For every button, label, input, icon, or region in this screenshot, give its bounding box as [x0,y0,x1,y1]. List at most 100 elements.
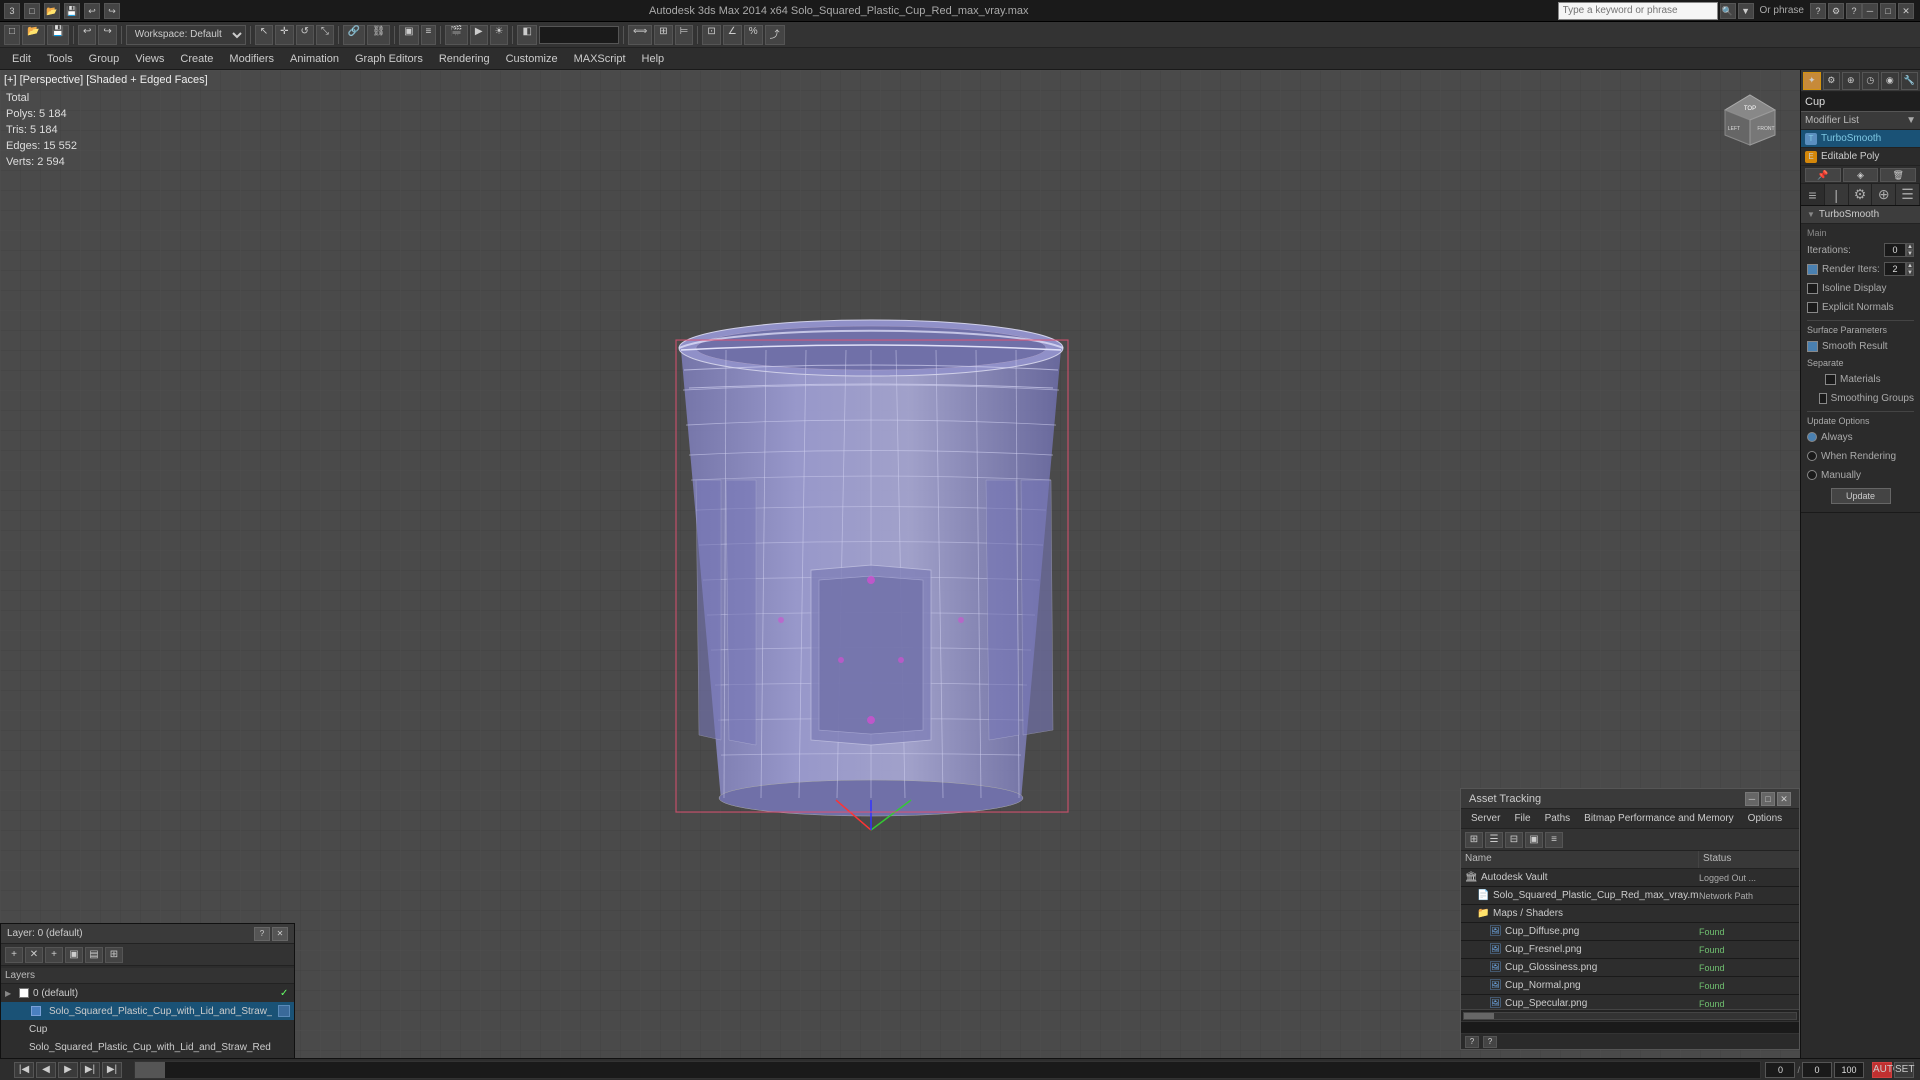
asset-tracking-scrollbar[interactable] [1461,1009,1799,1021]
layer-0-vis[interactable] [19,988,29,998]
go-start-btn[interactable]: |◀ [14,1062,34,1078]
turbosmooth-rollout-header[interactable]: ▼ TurboSmooth [1801,206,1920,224]
hierarchy-icon[interactable]: ⊕ [1842,72,1860,90]
iterations-down[interactable]: ▼ [1906,250,1914,257]
at-row-5[interactable]: 🖼 Cup_Glossiness.png Found [1461,959,1799,977]
close-btn[interactable]: ✕ [1898,3,1914,19]
menu-tools[interactable]: Tools [39,51,81,67]
asset-tracking-maximize-btn[interactable]: □ [1761,792,1775,806]
named-sel-btn[interactable]: ◧ [517,25,536,45]
motion-icon[interactable]: ◷ [1862,72,1880,90]
spinner-snap-btn[interactable]: ⤴ [765,25,785,45]
modifier-list-expand[interactable]: ▼ [1906,115,1916,126]
next-frame-btn[interactable]: ▶| [80,1062,100,1078]
prev-frame-btn[interactable]: ◀ [36,1062,56,1078]
at-help-btn-1[interactable]: ? [1465,1036,1479,1048]
layer-1-lock[interactable] [278,1005,290,1017]
at-row-1[interactable]: 📄 Solo_Squared_Plastic_Cup_Red_max_vray.… [1461,887,1799,905]
app-icon[interactable]: 3 [4,3,20,19]
link-btn[interactable]: 🔗 [343,25,365,45]
render-iters-value[interactable] [1884,262,1906,276]
search-input[interactable] [1558,2,1718,20]
layer-hilight-btn[interactable]: ▤ [85,947,103,963]
at-row-6[interactable]: 🖼 Cup_Normal.png Found [1461,977,1799,995]
menu-modifiers[interactable]: Modifiers [221,51,282,67]
layer-row-0[interactable]: ▶ 0 (default) ✓ [1,984,294,1002]
render-iters-up[interactable]: ▲ [1906,262,1914,269]
maximize-btn[interactable]: □ [1880,3,1896,19]
open-btn[interactable]: 📂 [44,3,60,19]
layers-close-btn[interactable]: ✕ [272,927,288,941]
layer-sel-btn[interactable]: ▣ [65,947,83,963]
menu-edit[interactable]: Edit [4,51,39,67]
menu-help[interactable]: Help [634,51,673,67]
layers-help-btn[interactable]: ? [254,927,270,941]
update-btn[interactable]: Update [1831,488,1891,504]
frame-start-input[interactable] [1802,1062,1832,1078]
select-btn[interactable]: ↖ [255,25,273,45]
iterations-spinner[interactable]: ▲ ▼ [1884,243,1914,257]
menu-maxscript[interactable]: MAXScript [566,51,634,67]
mod-tab-5[interactable]: ☰ [1896,184,1920,205]
menu-graph-editors[interactable]: Graph Editors [347,51,431,67]
at-menu-paths[interactable]: Paths [1539,811,1577,826]
render-btn[interactable]: ▶ [470,25,488,45]
search-help-btn[interactable]: ? [1810,3,1826,19]
mod-tab-4[interactable]: ⊕ [1872,184,1896,205]
when-rendering-radio[interactable] [1807,451,1817,461]
object-name-input[interactable] [1801,92,1920,112]
save-btn[interactable]: 💾 [64,3,80,19]
undo-toolbar-btn[interactable]: ↩ [78,25,96,45]
pct-snap-btn[interactable]: % [744,25,763,45]
search-btn[interactable]: 🔍 [1720,3,1736,19]
at-menu-server[interactable]: Server [1465,811,1506,826]
named-sel-input[interactable] [539,26,619,44]
layer-row-2[interactable]: Cup [1,1020,294,1038]
menu-group[interactable]: Group [81,51,128,67]
set-key-btn[interactable]: SET [1894,1062,1914,1078]
snap-toggle[interactable]: ⊡ [702,25,720,45]
iterations-value[interactable] [1884,243,1906,257]
active-shade-btn[interactable]: ☀ [490,25,509,45]
unlink-btn[interactable]: ⛓ [367,25,390,45]
new-btn[interactable]: □ [24,3,40,19]
frame-current-input[interactable] [1765,1062,1795,1078]
menu-views[interactable]: Views [127,51,172,67]
layer-delete-btn[interactable]: ✕ [25,947,43,963]
align-btn[interactable]: ⊨ [675,25,694,45]
save-file-btn[interactable]: 💾 [47,25,69,45]
rotate-btn[interactable]: ↺ [296,25,314,45]
reference-btn[interactable]: ▣ [399,25,418,45]
menu-customize[interactable]: Customize [498,51,566,67]
workspace-dropdown[interactable]: Workspace: Default [126,25,246,45]
pin-stack-btn[interactable]: 📌 [1805,168,1841,182]
timeline[interactable] [134,1061,1761,1079]
mod-tab-3[interactable]: ⚙ [1849,184,1873,205]
help-btn[interactable]: ? [1846,3,1862,19]
smoothing-groups-checkbox[interactable] [1819,393,1826,404]
settings-btn[interactable]: ⚙ [1828,3,1844,19]
undo-btn[interactable]: ↩ [84,3,100,19]
new-scene-btn[interactable]: □ [4,25,20,45]
render-iters-spinner[interactable]: ▲ ▼ [1884,262,1914,276]
layer-btn[interactable]: ≡ [421,25,437,45]
minimize-btn[interactable]: ─ [1862,3,1878,19]
explicit-normals-checkbox[interactable] [1807,302,1818,313]
modify-panel-icon[interactable]: ⚙ [1823,72,1841,90]
display-icon[interactable]: ◉ [1881,72,1899,90]
play-btn[interactable]: ▶ [58,1062,78,1078]
timeline-slider[interactable] [135,1062,165,1078]
modifier-editable-poly[interactable]: E Editable Poly [1801,148,1920,166]
at-tool-5[interactable]: ≡ [1545,832,1563,848]
navigation-cube[interactable]: TOP LEFT FRONT [1720,90,1780,150]
layer-properties-btn[interactable]: ⊞ [105,947,123,963]
mod-tab-2[interactable]: | [1825,184,1849,205]
manually-radio[interactable] [1807,470,1817,480]
at-tool-1[interactable]: ⊞ [1465,832,1483,848]
make-unique-btn[interactable]: ◈ [1843,168,1879,182]
layer-add-btn[interactable]: + [5,947,23,963]
at-menu-bitmap-perf[interactable]: Bitmap Performance and Memory [1578,811,1740,826]
render-iters-down[interactable]: ▼ [1906,269,1914,276]
modifier-turbosmooth[interactable]: T TurboSmooth [1801,130,1920,148]
at-scroll-track[interactable] [1463,1012,1797,1020]
